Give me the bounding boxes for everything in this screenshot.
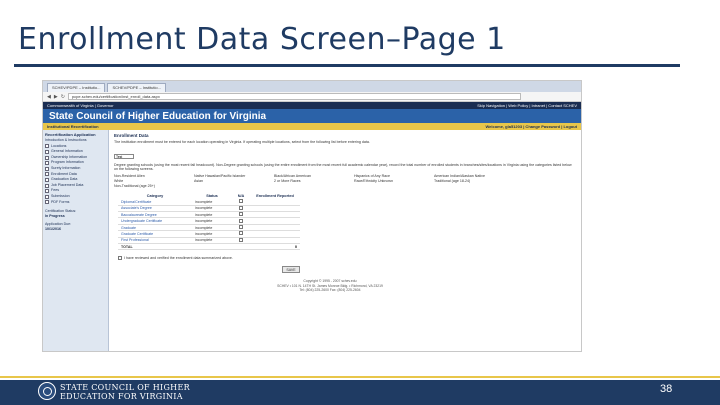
browser-tabbar: SCHEV/PDPE – Institutio... SCHEV/PDPE – …	[43, 81, 581, 92]
title-divider	[14, 64, 680, 67]
app-body: Recertification Application Introduction…	[43, 130, 581, 351]
address-bar[interactable]: pcpe.schev.edu/certification/inst_enroll…	[67, 93, 521, 100]
race-item: 2 or More Races	[274, 178, 301, 183]
page-number: 38	[660, 383, 673, 395]
browser-tab[interactable]: SCHEV/PDPE – Institutio...	[47, 83, 106, 92]
reload-icon[interactable]: ↻	[61, 94, 65, 100]
footer-phone: Tel: (804) 225-2600 Fax: (804) 225-2604	[299, 288, 361, 293]
race-item: Traditional (age 18-24)	[434, 178, 471, 183]
checkbox-icon	[45, 200, 49, 205]
section-title: Institutional Recertification	[47, 124, 99, 129]
site-title: State Council of Higher Education for Vi…	[49, 110, 267, 122]
degree-note: Degree granting schools (using the most …	[114, 162, 572, 172]
checkbox-icon	[45, 183, 49, 188]
race-item: Non-Traditional (age 25+)	[114, 183, 155, 188]
na-checkbox[interactable]	[239, 212, 243, 217]
commonwealth-bar: Commonwealth of Virginia | Governor Skip…	[43, 102, 581, 109]
nav-item-label: Introduction & Instructions	[45, 138, 87, 143]
na-checkbox[interactable]	[239, 218, 243, 223]
logo-line: EDUCATION FOR VIRGINIA	[60, 392, 183, 401]
nav-item-label: Locations	[51, 143, 67, 148]
embedded-screenshot: SCHEV/PDPE – Institutio... SCHEV/PDPE – …	[42, 80, 582, 352]
checkbox-icon	[45, 166, 49, 171]
total-label: TOTAL	[118, 243, 192, 251]
certify-checkbox[interactable]	[118, 256, 122, 261]
race-item: Race/Ethnicity Unknown	[354, 178, 393, 183]
section-bar: Institutional Recertification Welcome, g…	[43, 123, 581, 130]
back-icon[interactable]: ◀	[47, 94, 51, 100]
slide-title: Enrollment Data Screen–Page 1	[18, 22, 506, 57]
checkbox-icon	[45, 189, 49, 194]
checkbox-icon	[45, 161, 49, 166]
certify-row: I have reviewed and verified the enrollm…	[118, 256, 576, 261]
nav-item-label: Fees	[51, 188, 59, 193]
status-value: In Progress	[45, 213, 65, 218]
instruction-text: The institution enrollment must be enter…	[114, 140, 370, 144]
enrollment-table: Category Status N/A Enrollment Reported …	[118, 193, 300, 251]
site-footer: Copyright © 1995 - 2007 schev.edu SCHEV …	[114, 279, 576, 292]
nav-item-label: PDF Forms	[51, 199, 70, 204]
location-select[interactable]: Test	[114, 153, 134, 159]
na-checkbox[interactable]	[239, 237, 243, 242]
application-due: Application Due: 10/1/2016	[45, 222, 106, 231]
checkbox-icon	[45, 155, 49, 160]
nav-item-label: Graduation Data	[51, 177, 78, 182]
nav-item-label: Enrollment Data	[51, 171, 77, 176]
nav-item-label: General Information	[51, 149, 83, 154]
checkbox-icon	[45, 172, 49, 177]
forward-icon[interactable]: ▶	[54, 94, 58, 100]
left-nav: Recertification Application Introduction…	[43, 130, 109, 351]
schev-logo: STATE COUNCIL OF HIGHER EDUCATION FOR VI…	[60, 383, 190, 401]
checkbox-icon	[45, 194, 49, 199]
nav-item-label: Program Information	[51, 160, 84, 165]
main-content: Enrollment Data The institution enrollme…	[109, 130, 581, 351]
na-checkbox[interactable]	[239, 231, 243, 236]
total-value: 0	[250, 243, 300, 251]
due-value: 10/1/2016	[45, 226, 61, 231]
user-links[interactable]: Welcome, gla51203 | Change Password | Lo…	[485, 124, 577, 129]
checkbox-icon	[45, 144, 49, 149]
certification-status: Certification Status: In Progress	[45, 209, 106, 218]
nav-header: Recertification Application	[45, 132, 96, 137]
seal-icon	[38, 382, 56, 400]
utility-links[interactable]: Skip Navigation | Web Policy | Intranet …	[477, 103, 577, 108]
commonwealth-links[interactable]: Commonwealth of Virginia | Governor	[47, 103, 114, 108]
nav-item-label: Surety Information	[51, 166, 81, 171]
nav-item-label: Submission	[51, 194, 70, 199]
checkbox-icon	[45, 177, 49, 182]
certify-text: I have reviewed and verified the enrollm…	[124, 256, 233, 261]
browser-urlbar: ◀ ▶ ↻ pcpe.schev.edu/certification/inst_…	[43, 92, 581, 102]
race-item: Asian	[194, 178, 203, 183]
race-list: Non-Resident Alien Native Hawaiian/Pacif…	[114, 174, 534, 189]
total-row: TOTAL 0	[118, 243, 300, 251]
nav-item-label: Job Placement Data	[51, 182, 84, 187]
na-checkbox[interactable]	[239, 199, 243, 204]
na-checkbox[interactable]	[239, 225, 243, 230]
browser-tab[interactable]: SCHEV/PDPE – Institutio...	[107, 83, 166, 92]
nav-item-label: Ownership Information	[51, 154, 88, 159]
site-banner: State Council of Higher Education for Vi…	[43, 109, 581, 123]
nav-item[interactable]: PDF Forms	[45, 200, 106, 206]
footer-divider	[0, 376, 720, 378]
logo-line: STATE COUNCIL OF HIGHER	[60, 383, 190, 392]
save-button[interactable]: SAVE	[282, 266, 300, 274]
content-heading: Enrollment Data	[114, 133, 149, 138]
checkbox-icon	[45, 149, 49, 154]
na-checkbox[interactable]	[239, 205, 243, 210]
